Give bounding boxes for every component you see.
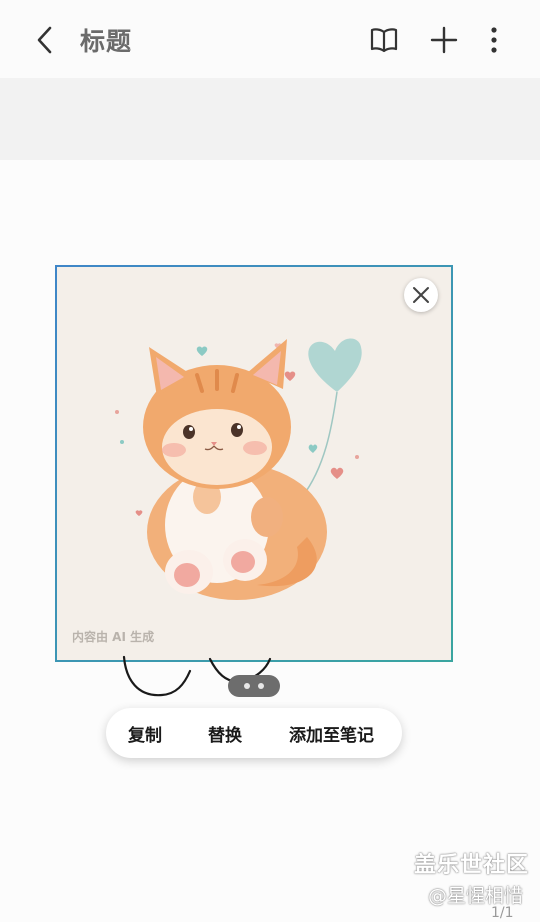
kitten-illustration xyxy=(57,267,451,660)
image-context-menu: 复制 替换 添加至笔记 xyxy=(106,708,402,758)
add-to-note-menu-item[interactable]: 添加至笔记 xyxy=(289,708,374,758)
more-vertical-icon xyxy=(491,27,497,53)
top-app-bar: 标题 xyxy=(0,0,540,78)
replace-menu-item[interactable]: 替换 xyxy=(208,708,242,758)
plus-icon xyxy=(430,26,458,54)
toolbar-placeholder-band xyxy=(0,78,540,160)
reading-mode-button[interactable] xyxy=(364,20,404,60)
add-button[interactable] xyxy=(424,20,464,60)
ai-generated-label: 内容由 AI 生成 xyxy=(72,630,155,644)
page-title[interactable]: 标题 xyxy=(80,22,132,58)
drag-handle[interactable] xyxy=(228,675,280,697)
close-icon xyxy=(413,287,429,303)
open-book-icon xyxy=(370,28,398,53)
handle-dot xyxy=(258,683,264,689)
copy-menu-item[interactable]: 复制 xyxy=(128,708,162,758)
close-image-button[interactable] xyxy=(404,278,438,312)
user-watermark: @星惺相惜 xyxy=(428,885,524,907)
community-watermark: 盖乐世社区 xyxy=(414,853,530,878)
page-indicator: 1/1 xyxy=(491,905,514,921)
inserted-image[interactable] xyxy=(55,265,453,662)
back-button[interactable] xyxy=(26,20,64,60)
back-arrow-icon xyxy=(37,26,52,54)
more-options-button[interactable] xyxy=(474,20,514,60)
handle-dot xyxy=(244,683,250,689)
